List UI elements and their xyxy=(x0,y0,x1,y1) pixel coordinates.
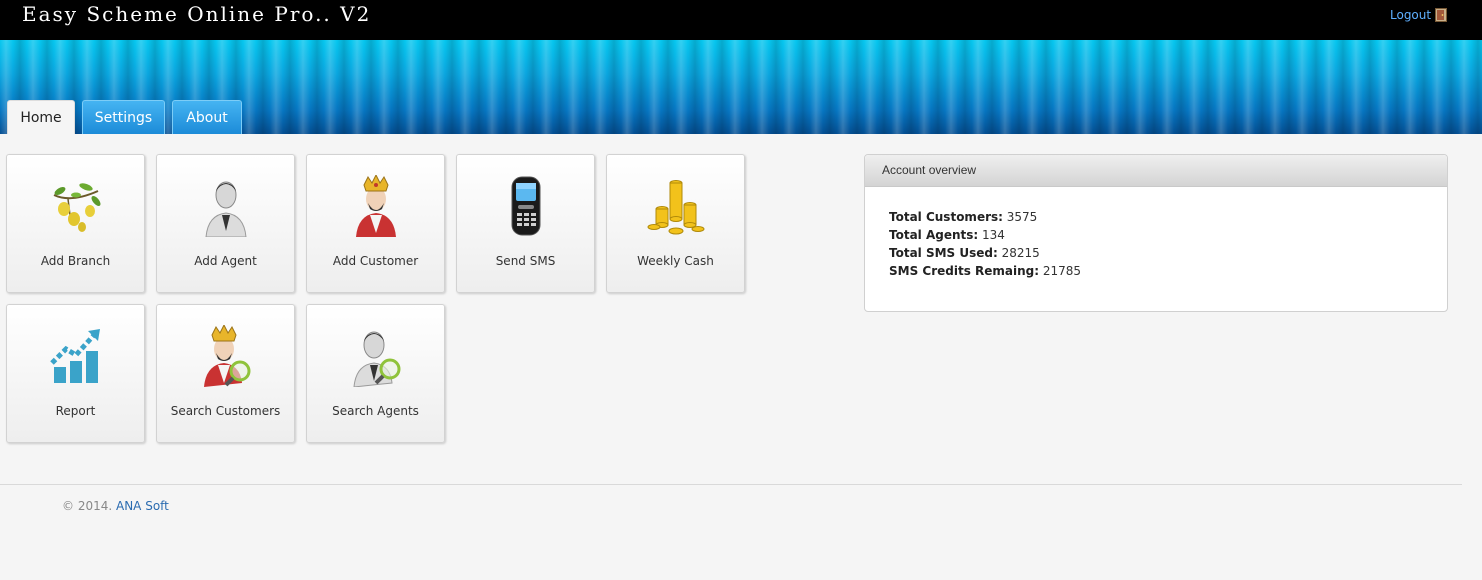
stat-value: 28215 xyxy=(1001,246,1040,260)
stat-total-customers: Total Customers: 3575 xyxy=(889,208,1081,226)
agent-person-icon xyxy=(205,181,247,237)
report-tile[interactable]: Report xyxy=(6,304,145,443)
stat-total-agents: Total Agents: 134 xyxy=(889,226,1081,244)
king-customer-icon xyxy=(356,175,396,237)
logout-label: Logout xyxy=(1390,8,1432,22)
add-customer-label: Add Customer xyxy=(332,254,419,268)
stat-value: 3575 xyxy=(1006,210,1038,224)
lemon-branch-icon xyxy=(53,183,101,232)
bar-chart-growth-icon xyxy=(50,329,100,383)
footer: © 2014. ANA Soft xyxy=(62,499,169,513)
app-title: Easy Scheme Online Pro.. V2 xyxy=(22,2,372,26)
account-overview-panel: Account overview Total Customers: 3575 T… xyxy=(864,154,1448,312)
stat-label: SMS Credits Remaing: xyxy=(889,264,1040,278)
tab-settings[interactable]: Settings xyxy=(82,100,165,134)
tab-about-label: About xyxy=(186,109,228,126)
king-magnifier-icon xyxy=(204,325,251,387)
account-overview-title: Account overview xyxy=(865,155,1447,187)
logout-link[interactable]: Logout xyxy=(1390,8,1448,22)
search-agents-label: Search Agents xyxy=(332,404,419,418)
stat-value: 21785 xyxy=(1042,264,1082,278)
tab-home[interactable]: Home xyxy=(7,100,75,134)
add-agent-label: Add Agent xyxy=(194,254,257,268)
search-customers-label: Search Customers xyxy=(170,404,281,418)
search-customers-tile[interactable]: Search Customers xyxy=(156,304,295,443)
add-customer-tile[interactable]: Add Customer xyxy=(306,154,445,293)
add-branch-tile[interactable]: Add Branch xyxy=(6,154,145,293)
tab-home-label: Home xyxy=(20,109,62,126)
stat-label: Total Customers: xyxy=(889,210,1003,224)
account-stats: Total Customers: 3575 Total Agents: 134 … xyxy=(889,208,1081,280)
stat-sms-credits-remaining: SMS Credits Remaing: 21785 xyxy=(889,262,1081,280)
door-icon xyxy=(1435,8,1448,22)
stat-total-sms-used: Total SMS Used: 28215 xyxy=(889,244,1081,262)
stat-label: Total SMS Used: xyxy=(889,246,998,260)
gold-coins-icon xyxy=(647,180,705,235)
send-sms-tile[interactable]: Send SMS xyxy=(456,154,595,293)
stat-value: 134 xyxy=(982,228,1005,242)
footer-divider xyxy=(0,484,1462,485)
search-agents-tile[interactable]: Search Agents xyxy=(306,304,445,443)
mobile-phone-icon xyxy=(511,176,541,236)
top-bar: Easy Scheme Online Pro.. V2 Logout xyxy=(0,0,1482,40)
add-agent-tile[interactable]: Add Agent xyxy=(156,154,295,293)
report-label: Report xyxy=(55,404,96,418)
company-link[interactable]: ANA Soft xyxy=(116,499,169,513)
send-sms-label: Send SMS xyxy=(495,254,556,268)
tab-settings-label: Settings xyxy=(94,109,153,126)
tab-about[interactable]: About xyxy=(172,100,242,134)
add-branch-label: Add Branch xyxy=(40,254,111,268)
copyright-text: © 2014. xyxy=(62,499,113,513)
stat-label: Total Agents: xyxy=(889,228,979,242)
agent-magnifier-icon xyxy=(353,331,401,387)
weekly-cash-tile[interactable]: Weekly Cash xyxy=(606,154,745,293)
weekly-cash-label: Weekly Cash xyxy=(637,254,714,268)
